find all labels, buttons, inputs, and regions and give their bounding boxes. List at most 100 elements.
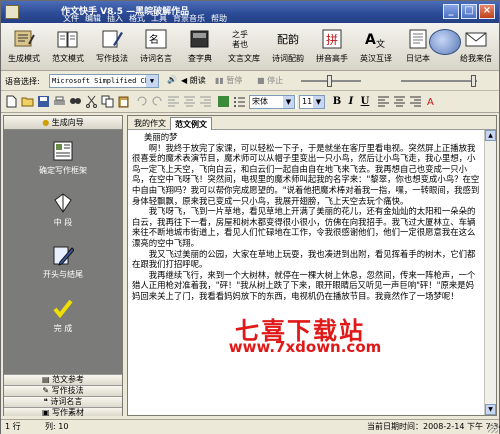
font-select[interactable]: 宋体 ▼ xyxy=(249,95,295,109)
essay-paragraph: 啊！我终于放完了家课，可以轻松一下子，于是就坐在客厅里看电视。突然屏上正播放我很… xyxy=(132,142,480,206)
svg-text:拼: 拼 xyxy=(326,33,338,47)
font-color-icon[interactable]: A xyxy=(425,95,438,108)
chevron-down-icon: ▼ xyxy=(313,96,324,108)
align-right-icon[interactable] xyxy=(409,95,422,108)
close-button[interactable]: × xyxy=(479,4,495,19)
pencil-icon: ✎ xyxy=(42,386,50,395)
paste-icon[interactable] xyxy=(117,95,130,108)
app-icon xyxy=(5,5,19,19)
writing-skill-button[interactable]: 写作技法 xyxy=(91,26,133,70)
poetry-button[interactable]: 名 诗词名言 xyxy=(135,26,177,70)
folder-icon: ▣ xyxy=(41,408,50,417)
voice-select[interactable]: Microsoft Simplified Chir ▼ xyxy=(49,74,159,88)
menu-tools[interactable]: 工具 xyxy=(151,13,167,23)
find-icon[interactable] xyxy=(69,95,82,108)
editor-panel: 我的作文 范文例文 美丽的梦 啊！我终于放完了家课，可以轻松一下子，于是就坐在客… xyxy=(127,115,497,416)
menu-format[interactable]: 格式 xyxy=(129,13,145,23)
resize-grip-icon[interactable] xyxy=(488,423,498,433)
align-center-icon[interactable] xyxy=(393,95,406,108)
sample-mode-button[interactable]: 范文模式 xyxy=(47,26,89,70)
menu-help[interactable]: 帮助 xyxy=(211,13,227,23)
align-center-icon[interactable] xyxy=(183,95,196,108)
middle-section-icon xyxy=(54,193,72,213)
font-size-select[interactable]: 11 ▼ xyxy=(299,95,325,109)
bullet-list-icon[interactable] xyxy=(233,95,246,108)
menu-bar: 文件 编辑 插入 格式 工具 背景音乐 帮助 xyxy=(63,13,227,23)
pinyin-icon: 拼 xyxy=(322,29,342,49)
essay-text-area[interactable]: 美丽的梦 啊！我终于放完了家课，可以轻松一下子，于是就坐在客厅里看电视。突然屏上… xyxy=(132,132,482,414)
dictionary-button[interactable]: 查字典 xyxy=(179,26,221,70)
chevron-down-icon: ▼ xyxy=(283,96,294,108)
essay-title: 美丽的梦 xyxy=(144,132,178,142)
poetry-icon: 名 xyxy=(145,29,167,49)
tab-my-essay[interactable]: 我的作文 xyxy=(130,117,170,130)
minimize-button[interactable]: _ xyxy=(443,4,459,19)
menu-edit[interactable]: 编辑 xyxy=(85,13,101,23)
sidebar-item-samples[interactable]: ▤ 范文参考 xyxy=(4,374,122,385)
essay-paragraph: 我又飞过美丽的公园，大家在草地上玩耍，我也凑进到出附，看见挥着手的树木，它们都在… xyxy=(132,248,476,270)
wizard-header[interactable]: ● 生成向导 xyxy=(4,116,122,130)
classical-text-icon: 之乎者也 xyxy=(232,29,248,49)
framework-icon xyxy=(53,141,73,161)
volume-slider-thumb[interactable] xyxy=(471,75,476,87)
step-finish[interactable]: 完 成 xyxy=(4,298,122,334)
step-middle[interactable]: 中 段 xyxy=(4,192,122,228)
classical-text-button[interactable]: 之乎 者也 文言文库 xyxy=(223,26,265,70)
align-left-icon[interactable] xyxy=(377,95,390,108)
quote-icon: ❝ xyxy=(43,397,48,406)
save-icon[interactable] xyxy=(37,95,50,108)
tab-sample-essay[interactable]: 范文例文 xyxy=(170,117,212,130)
color-icon[interactable] xyxy=(217,95,230,108)
open-folder-icon[interactable] xyxy=(21,95,34,108)
italic-button[interactable]: I xyxy=(345,95,357,108)
maximize-button[interactable]: □ xyxy=(461,4,477,19)
window-controls: _ □ × xyxy=(443,4,495,19)
redo-icon[interactable] xyxy=(151,95,164,108)
read-button[interactable]: ◀ 朗读 xyxy=(181,75,206,86)
wizard-sidebar: ● 生成向导 确定写作框架 中 段 开头与结尾 完 成 ▤ 范文参考 ✎ 写作技… xyxy=(3,115,123,417)
step-intro-ending[interactable]: 开头与结尾 xyxy=(4,244,122,280)
pinyin-button[interactable]: 拼 拼音高手 xyxy=(311,26,353,70)
svg-text:A: A xyxy=(365,32,376,48)
rhyme-icon: 配韵 xyxy=(277,32,299,46)
svg-text:A: A xyxy=(427,97,434,108)
sidebar-item-poetry[interactable]: ❝ 诗词名言 xyxy=(4,396,122,407)
new-file-icon[interactable] xyxy=(5,95,18,108)
diary-icon xyxy=(409,29,427,49)
svg-text:之乎: 之乎 xyxy=(232,29,248,39)
scroll-down-icon[interactable]: ▼ xyxy=(485,404,496,415)
align-right-icon[interactable] xyxy=(199,95,212,108)
vertical-scrollbar[interactable]: ▲ ▼ xyxy=(484,130,496,415)
rhyme-button[interactable]: 配韵 诗词配韵 xyxy=(267,26,309,70)
align-left-icon[interactable] xyxy=(167,95,180,108)
dictionary-icon xyxy=(190,30,209,48)
lightbulb-icon: ● xyxy=(42,118,50,127)
menu-bgmusic[interactable]: 背景音乐 xyxy=(173,13,205,23)
mail-button[interactable]: 给我来信 xyxy=(455,26,497,70)
svg-text:者也: 者也 xyxy=(232,39,248,49)
volume-slider[interactable] xyxy=(401,80,477,82)
bold-button[interactable]: B xyxy=(331,95,343,108)
format-toolbar: 宋体 ▼ 11 ▼ B I U A xyxy=(1,91,499,113)
checkmark-icon xyxy=(53,299,73,319)
step-framework[interactable]: 确定写作框架 xyxy=(4,140,122,176)
underline-button[interactable]: U xyxy=(359,95,371,108)
cut-icon[interactable] xyxy=(85,95,98,108)
book-icon: ▤ xyxy=(41,375,50,384)
scroll-up-icon[interactable]: ▲ xyxy=(485,130,496,141)
menu-file[interactable]: 文件 xyxy=(63,13,79,23)
generate-mode-button[interactable]: 生成模式 xyxy=(3,26,45,70)
pause-button[interactable]: ▮▮ 暂停 xyxy=(215,75,242,86)
sidebar-item-writing-skill[interactable]: ✎ 写作技法 xyxy=(4,385,122,396)
print-icon[interactable] xyxy=(53,95,66,108)
undo-icon[interactable] xyxy=(135,95,148,108)
copy-icon[interactable] xyxy=(101,95,114,108)
speed-slider-thumb[interactable] xyxy=(327,75,332,87)
sidebar-item-materials[interactable]: ▣ 写作素材 xyxy=(4,407,122,417)
translate-button[interactable]: A文 英汉互译 xyxy=(355,26,397,70)
menu-insert[interactable]: 插入 xyxy=(107,13,123,23)
editor-tabs: 我的作文 范文例文 xyxy=(128,116,496,130)
stop-button[interactable]: ■ 停止 xyxy=(257,75,283,86)
voice-toolbar: 语音选择: Microsoft Simplified Chir ▼ 🔊 ◀ 朗读… xyxy=(1,71,499,91)
svg-text:名: 名 xyxy=(149,33,159,46)
